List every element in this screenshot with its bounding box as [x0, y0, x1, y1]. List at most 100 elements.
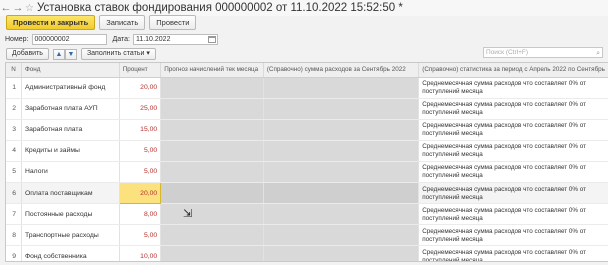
- row-number: 3: [6, 119, 22, 141]
- add-row-button[interactable]: Добавить: [6, 48, 49, 60]
- column-header-expenses[interactable]: (Справочно) сумма расходов за Сентябрь 2…: [263, 63, 420, 78]
- statistics-cell: Среднемесячная сумма расходов что состав…: [418, 119, 608, 141]
- arrow-down-icon: ▼: [67, 50, 75, 58]
- forecast-cell: [160, 98, 264, 120]
- save-button[interactable]: Записать: [99, 14, 146, 30]
- expenses-cell: [263, 77, 420, 99]
- column-header-forecast[interactable]: Прогноз начислений тек месяца: [160, 63, 264, 78]
- table-row[interactable]: 3 Заработная плата 15,00 Среднемесячная сум…: [6, 119, 608, 141]
- forecast-cell: [160, 77, 264, 99]
- row-number: 8: [6, 224, 22, 247]
- statistics-line-2: поступлений месяца: [422, 88, 483, 96]
- fund-cell[interactable]: Постоянные расходы: [21, 203, 120, 226]
- statistics-line-2: поступлений месяца: [422, 193, 483, 201]
- statistics-cell: Среднемесячная сумма расходов что состав…: [418, 140, 608, 162]
- percent-cell[interactable]: 20,00: [118, 181, 162, 205]
- statistics-line-2: поступлений месяца: [422, 109, 483, 117]
- table-row[interactable]: 6 Оплата поставщикам 20,00 Среднемесячная с…: [6, 181, 608, 205]
- statistics-cell: Среднемесячная сумма расходов что состав…: [418, 224, 608, 247]
- forecast-cell: [160, 161, 264, 183]
- statistics-line-1: Среднемесячная сумма расходов что состав…: [422, 143, 586, 151]
- command-bar: Провести и закрыть Записать Провести: [0, 13, 608, 31]
- date-input[interactable]: 11.10.2022: [132, 33, 218, 45]
- statistics-cell: Среднемесячная сумма расходов что состав…: [418, 203, 608, 226]
- favorite-star-icon[interactable]: ☆: [25, 3, 34, 14]
- percent-cell[interactable]: 20,00: [119, 77, 162, 99]
- table-toolbar: Добавить ▲ ▼ Заполнить статьи ▾ Поиск (C…: [0, 47, 608, 61]
- table-row[interactable]: 7 Постоянные расходы 8,00 Среднемесячная су…: [6, 203, 608, 226]
- statistics-line-1: Среднемесячная сумма расходов что состав…: [422, 80, 586, 88]
- move-down-button[interactable]: ▼: [64, 48, 77, 60]
- table-row[interactable]: 9 Фонд собственника 10,00 Среднемесячная су…: [6, 245, 608, 262]
- table-row[interactable]: 2 Заработная плата АУП 25,00 Среднемесячная…: [6, 98, 608, 120]
- statistics-cell: Среднемесячная сумма расходов что состав…: [418, 182, 608, 205]
- forecast-cell: [160, 245, 264, 261]
- move-up-button[interactable]: ▲: [52, 48, 65, 60]
- expenses-cell: [263, 203, 420, 226]
- search-icon[interactable]: ⌕: [596, 49, 600, 58]
- statistics-cell: Среднемесячная сумма расходов что состав…: [418, 98, 608, 120]
- expenses-cell: [263, 224, 420, 247]
- percent-cell[interactable]: 5,00: [119, 140, 162, 162]
- statistics-cell: Среднемесячная сумма расходов что состав…: [418, 77, 608, 99]
- row-number: 1: [6, 77, 22, 99]
- fund-cell[interactable]: Транспортные расходы: [21, 224, 120, 247]
- forecast-cell: [160, 119, 264, 141]
- fund-cell[interactable]: Фонд собственника: [21, 245, 120, 261]
- statistics-line-2: поступлений месяца: [422, 151, 483, 159]
- table-row[interactable]: 8 Транспортные расходы 5,00 Среднемесячная …: [6, 224, 608, 247]
- expenses-cell: [263, 161, 420, 183]
- post-button[interactable]: Провести: [149, 14, 197, 30]
- header-fields: Номер: 000000002 Дата: 11.10.2022: [0, 32, 608, 46]
- fund-cell[interactable]: Заработная плата: [21, 119, 120, 141]
- search-placeholder: Поиск (Ctrl+F): [486, 49, 529, 56]
- rates-table: N Фонд Процент Прогноз начислений тек ме…: [5, 62, 608, 262]
- fund-cell[interactable]: Административный фонд: [21, 77, 120, 99]
- post-and-close-button[interactable]: Провести и закрыть: [6, 14, 96, 30]
- statistics-line-1: Среднемесячная сумма расходов что состав…: [422, 164, 586, 172]
- fund-cell[interactable]: Налоги: [21, 161, 120, 183]
- date-value: 11.10.2022: [135, 35, 171, 43]
- expenses-cell: [263, 119, 420, 141]
- row-number: 9: [6, 245, 22, 261]
- statistics-line-2: поступлений месяца: [422, 235, 483, 243]
- percent-cell[interactable]: 5,00: [119, 224, 162, 247]
- percent-cell[interactable]: 5,00: [119, 161, 162, 183]
- statistics-line-1: Среднемесячная сумма расходов что состав…: [422, 185, 586, 193]
- number-label: Номер:: [5, 35, 29, 43]
- statistics-line-2: поступлений месяца: [422, 256, 483, 262]
- column-header-n[interactable]: N: [6, 63, 22, 78]
- fund-cell[interactable]: Оплата поставщикам: [21, 182, 120, 205]
- percent-cell[interactable]: 25,00: [119, 98, 162, 120]
- table-row[interactable]: 1 Административный фонд 20,00 Среднемесячна…: [6, 77, 608, 99]
- expenses-cell: [263, 140, 420, 162]
- calendar-icon[interactable]: [207, 35, 216, 43]
- column-header-fund[interactable]: Фонд: [21, 63, 120, 78]
- forecast-cell: [160, 140, 264, 162]
- arrow-up-icon: ▲: [55, 50, 63, 58]
- statistics-line-1: Среднемесячная сумма расходов что состав…: [422, 206, 586, 214]
- fund-cell[interactable]: Заработная плата АУП: [21, 98, 120, 120]
- statistics-line-1: Среднемесячная сумма расходов что состав…: [422, 227, 586, 235]
- column-header-statistics[interactable]: (Справочно) статистика за период с Апрел…: [418, 63, 608, 78]
- search-input[interactable]: Поиск (Ctrl+F) ⌕: [483, 47, 603, 58]
- statistics-line-1: Среднемесячная сумма расходов что состав…: [422, 122, 586, 130]
- date-label: Дата:: [112, 35, 130, 43]
- mouse-cursor-icon: ⇲: [183, 208, 193, 220]
- statistics-line-2: поступлений месяца: [422, 172, 483, 180]
- expenses-cell: [263, 98, 420, 120]
- statistics-cell: Среднемесячная сумма расходов что состав…: [418, 245, 608, 262]
- percent-cell[interactable]: 10,00: [119, 245, 162, 261]
- expenses-cell: [263, 182, 420, 205]
- forecast-cell: [160, 203, 264, 226]
- column-header-percent[interactable]: Процент: [119, 63, 162, 78]
- statistics-line-1: Среднемесячная сумма расходов что состав…: [422, 248, 586, 256]
- fund-cell[interactable]: Кредиты и займы: [21, 140, 120, 162]
- percent-cell[interactable]: 15,00: [119, 119, 162, 141]
- number-input[interactable]: 000000002: [31, 33, 107, 45]
- table-row[interactable]: 4 Кредиты и займы 5,00 Среднемесячная сумма…: [6, 140, 608, 162]
- table-row[interactable]: 5 Налоги 5,00 Среднемесячная сумма расходов…: [6, 161, 608, 183]
- expenses-cell: [263, 245, 420, 261]
- fill-items-button[interactable]: Заполнить статьи ▾: [80, 48, 156, 60]
- percent-cell[interactable]: 8,00: [119, 203, 162, 226]
